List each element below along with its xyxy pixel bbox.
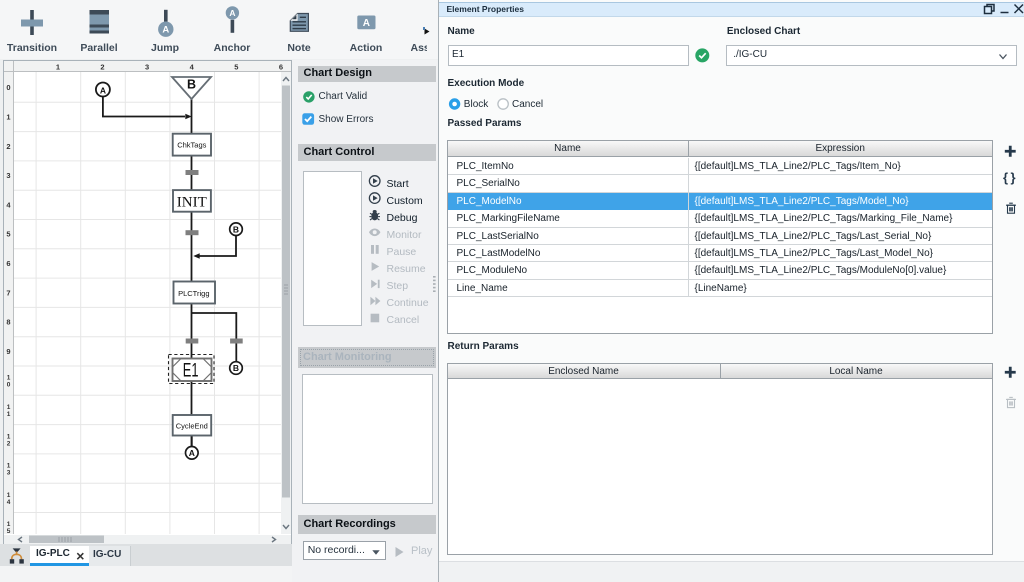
svg-text:A: A — [363, 18, 370, 29]
svg-text:INIT: INIT — [176, 195, 206, 211]
svg-text:3: 3 — [6, 171, 10, 180]
svg-text:9: 9 — [6, 347, 10, 356]
svg-text:3: 3 — [145, 63, 149, 72]
svg-text:0: 0 — [6, 83, 10, 92]
svg-text:CycleEnd: CycleEnd — [175, 421, 207, 430]
svg-text:1: 1 — [7, 411, 11, 418]
svg-text:PLCTrigg: PLCTrigg — [178, 289, 209, 298]
svg-text:1: 1 — [7, 463, 11, 470]
svg-text:2: 2 — [6, 142, 10, 151]
svg-text:4: 4 — [7, 499, 11, 506]
svg-text:5: 5 — [234, 63, 238, 72]
svg-text:6: 6 — [279, 63, 283, 72]
svg-text:E1: E1 — [182, 359, 198, 381]
svg-text:2: 2 — [7, 440, 11, 447]
svg-text:B: B — [232, 224, 238, 234]
svg-text:5: 5 — [6, 230, 10, 239]
svg-text:A: A — [188, 448, 194, 458]
svg-text:1: 1 — [7, 404, 11, 411]
svg-text:4: 4 — [6, 200, 11, 209]
svg-text:7: 7 — [6, 288, 10, 297]
svg-text:6: 6 — [6, 259, 10, 268]
svg-text:1: 1 — [56, 63, 60, 72]
svg-text:0: 0 — [7, 382, 11, 389]
svg-text:1: 1 — [7, 521, 11, 528]
svg-text:4: 4 — [190, 63, 195, 72]
svg-text:1: 1 — [7, 375, 11, 382]
svg-text:1: 1 — [6, 113, 10, 122]
svg-text:A: A — [99, 85, 105, 95]
svg-text:8: 8 — [6, 318, 10, 327]
svg-text:A: A — [162, 25, 169, 36]
svg-text:B: B — [232, 363, 238, 373]
svg-text:B: B — [186, 78, 195, 92]
svg-text:1: 1 — [7, 433, 11, 440]
svg-text:A: A — [229, 8, 235, 18]
svg-text:ChkTags: ChkTags — [177, 141, 206, 150]
svg-text:3: 3 — [7, 470, 11, 477]
svg-text:2: 2 — [100, 63, 104, 72]
svg-text:1: 1 — [7, 492, 11, 499]
